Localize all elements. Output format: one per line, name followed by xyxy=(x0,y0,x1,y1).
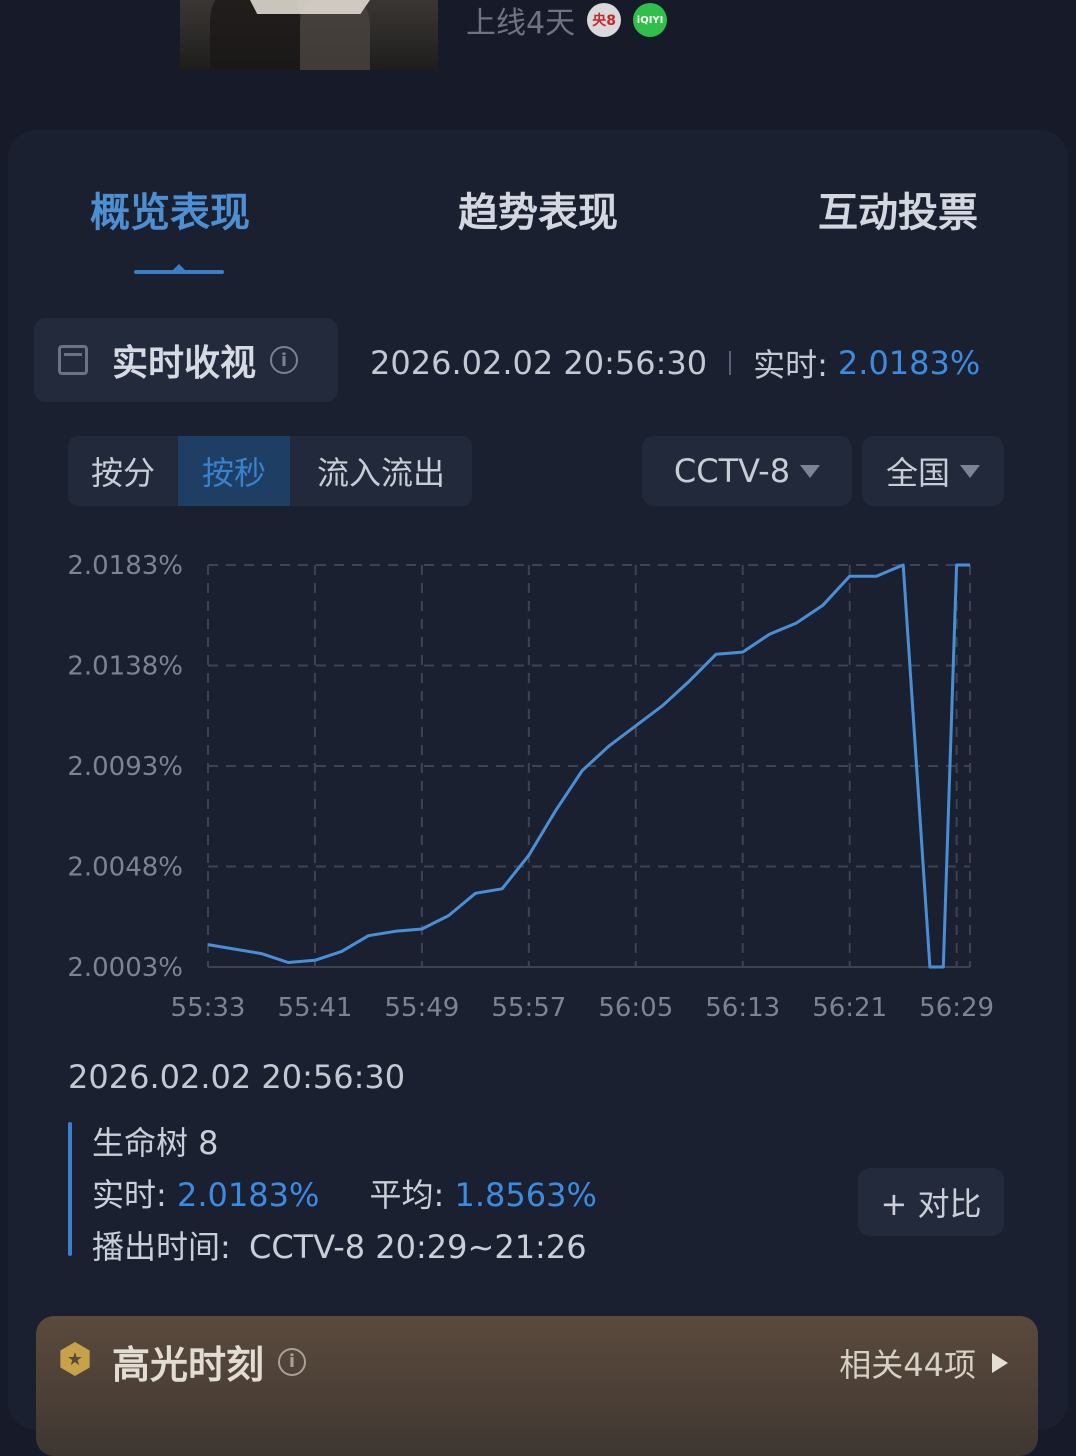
detail-realtime-label: 实时: xyxy=(92,1176,167,1214)
realtime-summary: 2026.02.02 20:56:30 实时: 2.0183% xyxy=(370,340,980,386)
tab-bar: 概览表现 趋势表现 互动投票 xyxy=(0,50,1076,110)
online-days-text: 上线4天 xyxy=(466,0,575,42)
tab-active-indicator xyxy=(134,270,224,274)
realtime-datetime: 2026.02.02 20:56:30 xyxy=(370,344,707,382)
realtime-rating-line-chart[interactable]: 2.0183% 2.0138% 2.0093% 2.0048% 2.0003% 55:3… xyxy=(0,530,1076,1030)
y-tick-label: 2.0183% xyxy=(67,551,183,581)
x-tick-label: 56:29 xyxy=(919,993,994,1023)
play-arrow-icon xyxy=(992,1353,1008,1373)
detail-airtime-label: 播出时间: xyxy=(92,1228,231,1266)
detail-realtime-value: 2.0183% xyxy=(177,1176,319,1214)
channel-dropdown[interactable]: CCTV-8 xyxy=(642,436,852,506)
info-icon[interactable]: i xyxy=(270,346,298,374)
chevron-down-icon xyxy=(800,465,820,478)
channel-dropdown-value: CCTV-8 xyxy=(674,452,790,490)
tab-trend[interactable]: 趋势表现 xyxy=(458,180,618,238)
series-color-bar xyxy=(68,1122,72,1256)
detail-airtime: 播出时间: CCTV-8 20:29~21:26 xyxy=(92,1222,587,1268)
x-tick-label: 56:05 xyxy=(598,993,673,1023)
realtime-value: 2.0183% xyxy=(838,344,980,382)
x-tick-label: 55:41 xyxy=(277,993,352,1023)
segment-inflow-outflow[interactable]: 流入流出 xyxy=(290,436,472,506)
info-icon[interactable]: i xyxy=(278,1348,306,1376)
granularity-segmented-control: 按分 按秒 流入流出 xyxy=(68,436,472,506)
highlight-count: 相关44项 xyxy=(839,1340,976,1386)
x-tick-label: 55:33 xyxy=(171,993,246,1023)
tab-overview[interactable]: 概览表现 xyxy=(90,180,250,238)
highlight-title-text: 高光时刻 xyxy=(112,1334,264,1389)
region-dropdown[interactable]: 全国 xyxy=(862,436,1004,506)
detail-airtime-value: CCTV-8 20:29~21:26 xyxy=(249,1228,587,1266)
highlight-related-link[interactable]: 相关44项 xyxy=(839,1340,1008,1386)
segment-by-second[interactable]: 按秒 xyxy=(178,436,290,506)
calendar-icon xyxy=(58,345,88,375)
iqiyi-badge-icon: iQIYI xyxy=(633,3,667,37)
y-tick-label: 2.0048% xyxy=(67,853,183,883)
realtime-rating-title: 实时收视 xyxy=(112,334,256,386)
x-tick-label: 56:13 xyxy=(705,993,780,1023)
y-tick-label: 2.0138% xyxy=(67,652,183,682)
y-tick-label: 2.0003% xyxy=(67,953,183,983)
divider xyxy=(729,351,731,375)
x-axis-ticks: 55:33 55:41 55:49 55:57 56:05 56:13 56:21 56:29 xyxy=(171,993,995,1023)
cctv8-badge-icon: 央8 xyxy=(587,3,621,37)
detail-avg-value: 1.8563% xyxy=(454,1176,596,1214)
x-tick-label: 55:49 xyxy=(384,993,459,1023)
y-tick-label: 2.0093% xyxy=(67,752,183,782)
y-axis-ticks: 2.0183% 2.0138% 2.0093% 2.0048% 2.0003% xyxy=(67,551,183,983)
region-dropdown-value: 全国 xyxy=(886,448,950,494)
detail-ratings: 实时: 2.0183% 平均: 1.8563% xyxy=(92,1170,597,1216)
detail-avg-label: 平均: xyxy=(370,1176,445,1214)
x-tick-label: 56:21 xyxy=(812,993,887,1023)
highlight-moments-card[interactable]: ★ 高光时刻 i 相关44项 xyxy=(36,1316,1038,1456)
x-tick-label: 55:57 xyxy=(491,993,566,1023)
detail-datetime: 2026.02.02 20:56:30 xyxy=(68,1058,405,1096)
compare-button[interactable]: + 对比 xyxy=(858,1168,1004,1236)
realtime-rating-header[interactable]: 实时收视 i xyxy=(34,318,338,402)
segment-by-minute[interactable]: 按分 xyxy=(68,436,178,506)
program-name: 生命树 8 xyxy=(92,1118,219,1164)
highlight-title: 高光时刻 i xyxy=(112,1334,306,1389)
realtime-label: 实时: xyxy=(753,340,828,386)
tab-vote[interactable]: 互动投票 xyxy=(818,180,978,238)
online-info: 上线4天 央8 iQIYI xyxy=(466,0,667,40)
chevron-down-icon xyxy=(960,465,980,478)
star-badge-icon: ★ xyxy=(58,1342,92,1376)
